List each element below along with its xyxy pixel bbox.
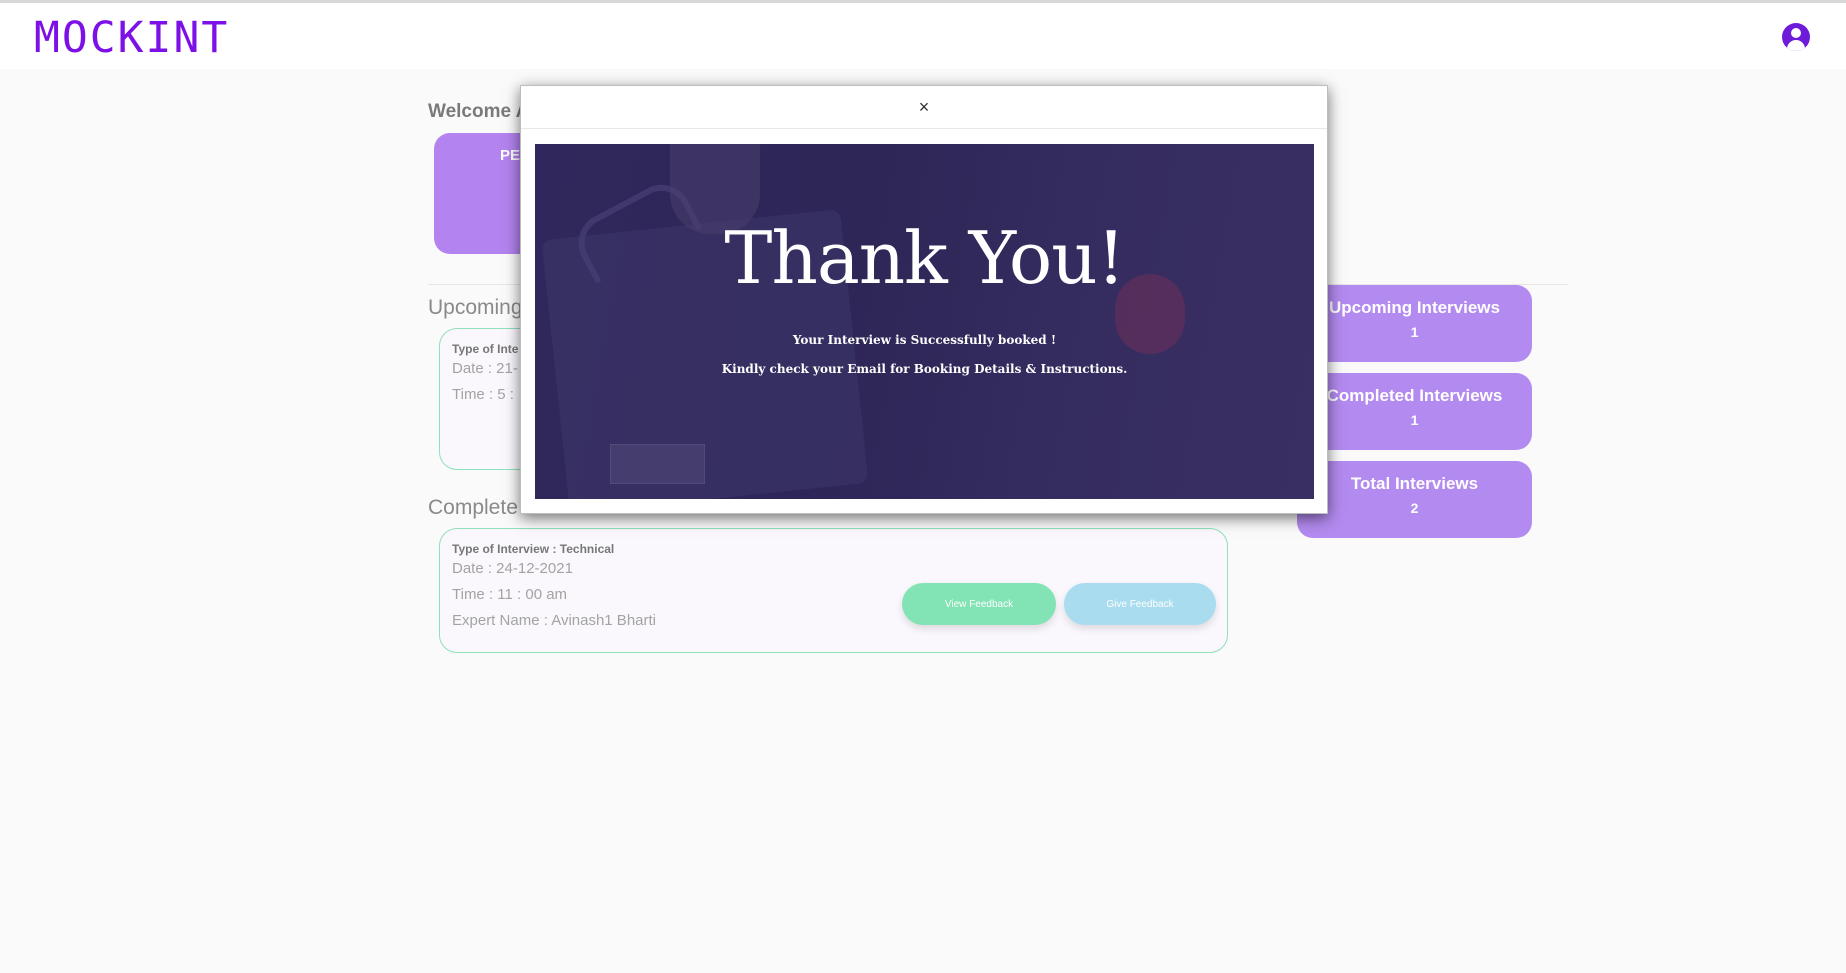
stat-upcoming-interviews[interactable]: Upcoming Interviews 1: [1297, 285, 1532, 362]
email-instructions-message: Kindly check your Email for Booking Deta…: [721, 362, 1128, 376]
app-logo[interactable]: MOCKINT: [34, 13, 229, 63]
completed-heading: Complete: [428, 496, 518, 519]
close-icon[interactable]: ×: [913, 96, 935, 118]
welcome-heading: Welcome A: [428, 101, 530, 122]
interview-date: Date : 24-12-2021: [452, 560, 573, 577]
modal-header: ×: [521, 86, 1327, 129]
stat-value: 2: [1410, 500, 1419, 516]
give-feedback-button[interactable]: Give Feedback: [1064, 583, 1216, 625]
view-feedback-button[interactable]: View Feedback: [902, 583, 1056, 625]
completed-interview-card: Type of Interview : Technical Date : 24-…: [439, 528, 1228, 653]
user-profile-icon[interactable]: [1782, 23, 1810, 51]
interview-time: Time : 5 :: [452, 386, 514, 403]
pending-card-label: PE: [500, 147, 521, 164]
booking-confirmation-modal: × Thank You! Your Interview is Successfu…: [520, 85, 1328, 514]
interview-date: Date : 21-: [452, 360, 518, 377]
upcoming-heading: Upcoming: [428, 296, 523, 319]
stat-total-interviews[interactable]: Total Interviews 2: [1297, 461, 1532, 538]
stat-value: 1: [1410, 324, 1419, 340]
stat-value: 1: [1410, 412, 1419, 428]
briefcase-latch-image: [610, 444, 705, 484]
interview-type: Type of Interview : Technical: [452, 542, 615, 556]
interview-time: Time : 11 : 00 am: [452, 586, 568, 603]
thank-you-title: Thank You!: [724, 216, 1125, 300]
stat-label: Completed Interviews: [1326, 386, 1503, 405]
stat-label: Upcoming Interviews: [1329, 298, 1500, 317]
stat-label: Total Interviews: [1350, 474, 1479, 493]
expert-name: Expert Name : Avinash1 Bharti: [452, 612, 656, 629]
thank-you-banner: Thank You! Your Interview is Successfull…: [535, 144, 1314, 499]
stat-completed-interviews[interactable]: Completed Interviews 1: [1297, 373, 1532, 450]
interview-type: Type of Inte: [452, 342, 519, 356]
booking-success-message: Your Interview is Successfully booked !: [792, 333, 1057, 347]
navbar: MOCKINT: [0, 3, 1846, 69]
